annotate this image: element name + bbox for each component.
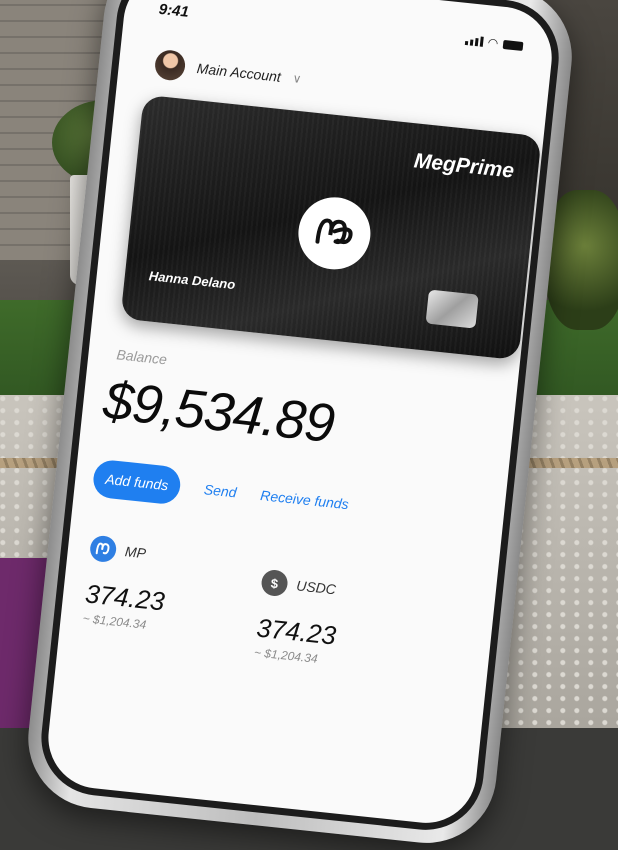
mp-coin-icon xyxy=(88,534,118,564)
receive-funds-button[interactable]: Receive funds xyxy=(260,487,350,512)
asset-usdc[interactable]: $ USDC 374.23 ~ $1,204.34 xyxy=(253,568,342,668)
asset-header: MP xyxy=(88,534,171,569)
balance-value: $9,534.89 xyxy=(100,370,337,455)
wifi-icon: ◠ xyxy=(487,35,499,51)
avatar xyxy=(153,48,187,82)
chevron-down-icon: ∨ xyxy=(291,71,303,87)
account-name: Main Account xyxy=(196,60,282,85)
dollar-coin-icon: $ xyxy=(260,568,289,598)
asset-header: $ USDC xyxy=(260,568,342,603)
phone-frame: 9:41 ◠ Main Account ∨ MegPrime Hanna Del… xyxy=(21,0,579,850)
battery-icon xyxy=(502,39,524,51)
account-selector[interactable]: Main Account ∨ xyxy=(153,48,303,94)
add-funds-button[interactable]: Add funds xyxy=(91,458,183,506)
asset-symbol: MP xyxy=(124,543,147,562)
phone-screen: 9:41 ◠ Main Account ∨ MegPrime Hanna Del… xyxy=(35,0,565,836)
status-icons: ◠ xyxy=(464,35,524,51)
signal-icon xyxy=(464,35,484,47)
asset-mp[interactable]: MP 374.23 ~ $1,204.34 xyxy=(82,534,171,634)
status-time: 9:41 xyxy=(157,0,190,21)
phone-mockup: 9:41 ◠ Main Account ∨ MegPrime Hanna Del… xyxy=(0,0,618,850)
action-row: Add funds Send Receive funds xyxy=(91,458,351,524)
payment-card[interactable]: MegPrime Hanna Delano xyxy=(120,94,542,361)
send-button[interactable]: Send xyxy=(203,481,237,500)
balance-label: Balance xyxy=(115,346,168,368)
asset-symbol: USDC xyxy=(295,577,337,598)
card-chip xyxy=(425,289,479,329)
